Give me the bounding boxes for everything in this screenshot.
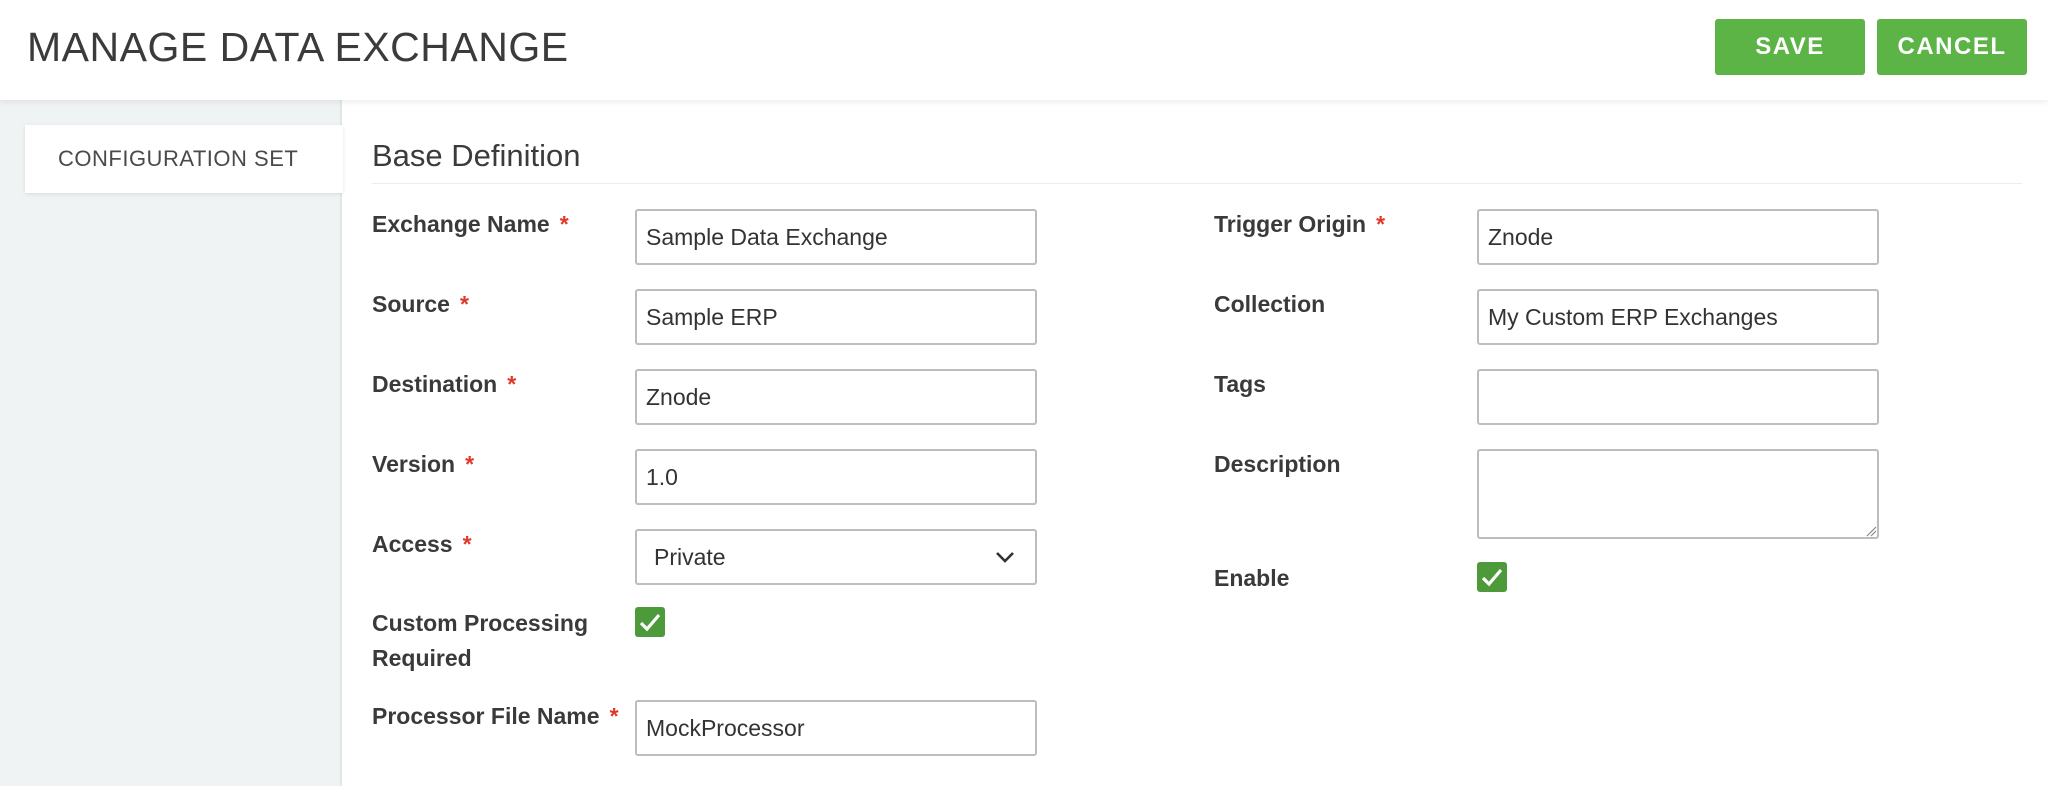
page-header: MANAGE DATA EXCHANGE SAVE CANCEL (0, 0, 2048, 100)
processor-file-name-label: Processor File Name * (372, 703, 619, 729)
destination-label: Destination * (372, 371, 517, 397)
required-marker: * (459, 291, 469, 317)
source-label: Source * (372, 291, 469, 317)
version-label: Version * (372, 451, 475, 477)
processor-file-name-input[interactable] (635, 700, 1037, 756)
custom-processing-label: Custom Processing Required (372, 610, 588, 671)
required-marker: * (465, 451, 475, 477)
main-content: Base Definition Exchange Name* Source* D… (344, 100, 2048, 786)
collection-label: Collection (1214, 291, 1326, 317)
exchange-name-input[interactable] (635, 209, 1037, 265)
enable-label: Enable (1214, 565, 1290, 591)
section-title: Base Definition (372, 138, 581, 173)
required-marker: * (1376, 211, 1386, 237)
check-icon (639, 613, 661, 632)
custom-processing-checkbox[interactable] (635, 607, 665, 637)
required-marker: * (559, 211, 569, 237)
chevron-down-icon (996, 552, 1014, 563)
access-select[interactable]: Private (635, 529, 1037, 585)
trigger-origin-input[interactable] (1477, 209, 1879, 265)
required-marker: * (507, 371, 517, 397)
source-input[interactable] (635, 289, 1037, 345)
sidebar-item-configuration-set[interactable]: CONFIGURATION SET (25, 125, 343, 193)
exchange-name-label: Exchange Name * (372, 211, 569, 237)
collection-input[interactable] (1477, 289, 1879, 345)
version-input[interactable] (635, 449, 1037, 505)
required-marker: * (609, 703, 619, 729)
destination-input[interactable] (635, 369, 1037, 425)
save-button[interactable]: SAVE (1715, 19, 1865, 75)
description-textarea[interactable] (1477, 449, 1879, 539)
resize-grip-icon[interactable] (1865, 525, 1877, 537)
access-label: Access * (372, 531, 472, 557)
trigger-origin-label: Trigger Origin * (1214, 211, 1386, 237)
check-icon (1481, 568, 1503, 587)
enable-checkbox[interactable] (1477, 562, 1507, 592)
sidebar: CONFIGURATION SET (0, 100, 343, 786)
description-wrapper (1477, 449, 1879, 539)
tags-label: Tags (1214, 371, 1266, 397)
access-selected-value: Private (654, 544, 726, 570)
page-title: MANAGE DATA EXCHANGE (27, 24, 569, 70)
description-label: Description (1214, 451, 1341, 477)
cancel-button[interactable]: CANCEL (1877, 19, 2027, 75)
section-divider (372, 183, 2022, 184)
tags-input[interactable] (1477, 369, 1879, 425)
required-marker: * (462, 531, 472, 557)
